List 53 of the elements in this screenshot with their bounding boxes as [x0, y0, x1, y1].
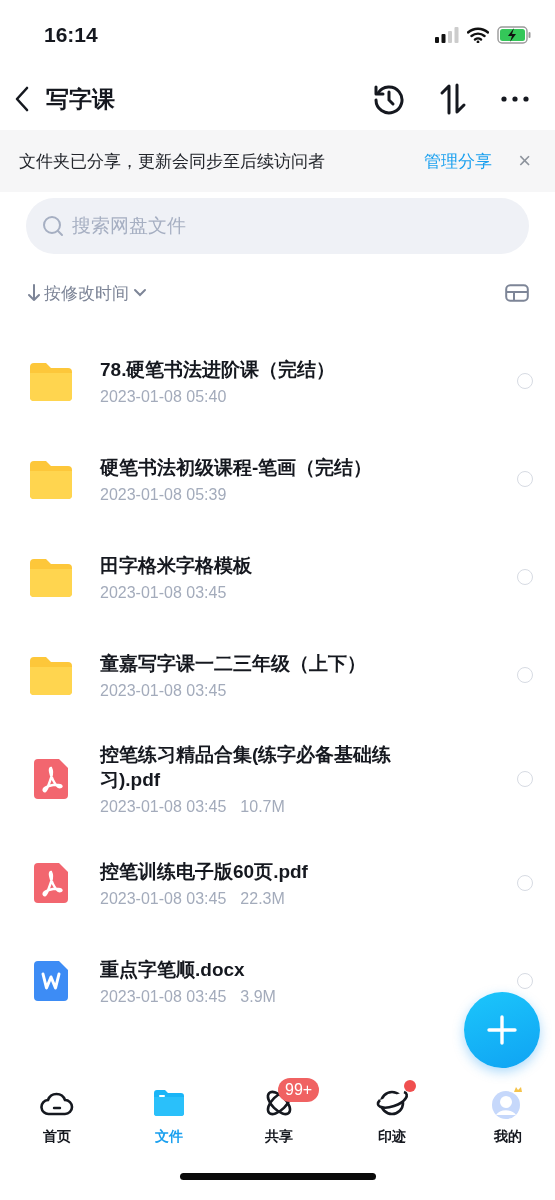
history-button[interactable]	[373, 83, 405, 115]
search-icon	[42, 215, 64, 237]
view-toggle-icon[interactable]	[505, 284, 529, 302]
more-button[interactable]	[501, 96, 529, 102]
plus-icon	[487, 1015, 517, 1045]
file-name: 78.硬笔书法进阶课（完结）	[100, 357, 337, 382]
add-button[interactable]	[464, 992, 540, 1068]
battery-icon	[497, 26, 531, 44]
file-date: 2023-01-08 03:45	[100, 583, 227, 602]
pdf-file-icon	[34, 863, 68, 903]
signal-icon	[435, 27, 459, 43]
file-date: 2023-01-08 03:45	[100, 987, 227, 1006]
file-name: 童嘉写字课一二三年级（上下）	[100, 651, 367, 676]
more-icon	[501, 96, 529, 102]
file-date: 2023-01-08 03:45	[100, 798, 227, 816]
file-date: 2023-01-08 05:40	[100, 387, 227, 406]
file-date: 2023-01-08 03:45	[100, 889, 227, 908]
file-size: 10.7M	[240, 798, 285, 816]
wifi-icon	[467, 27, 489, 43]
file-name: 控笔练习精品合集(练字必备基础练习).pdf	[100, 743, 393, 792]
sort-dropdown[interactable]: 按修改时间	[28, 281, 147, 305]
folder-icon	[28, 557, 74, 597]
page-title: 写字课	[46, 84, 116, 114]
file-name: 重点字笔顺.docx	[100, 957, 246, 982]
folder-icon	[28, 655, 74, 695]
folder-icon	[154, 1090, 184, 1116]
file-name: 硬笔书法初级课程-笔画（完结）	[100, 455, 374, 480]
word-file-icon	[34, 961, 68, 1001]
file-date: 2023-01-08 05:39	[100, 485, 227, 504]
chevron-down-icon	[133, 288, 147, 298]
sort-arrows-icon	[439, 83, 467, 115]
pdf-file-icon	[34, 759, 68, 799]
back-button[interactable]	[14, 86, 30, 112]
tab-button[interactable]: 共享 99+	[224, 1078, 334, 1150]
search-field[interactable]: 搜索网盘文件	[26, 198, 529, 254]
history-icon	[373, 83, 405, 115]
sort-button[interactable]	[439, 83, 467, 115]
status-time: 16:14	[44, 23, 98, 47]
tab-button[interactable]: 我的	[450, 1078, 555, 1150]
folder-icon	[28, 459, 74, 499]
file-name: 控笔训练电子版60页.pdf	[100, 859, 309, 884]
folder-icon	[28, 361, 74, 401]
down-arrow-icon	[28, 284, 40, 302]
file-name: 田字格米字格模板	[100, 553, 253, 578]
tab-button[interactable]: 印迹	[334, 1078, 450, 1150]
tab-button[interactable]: 首页	[0, 1078, 114, 1150]
file-size: 3.9M	[240, 987, 276, 1006]
file-date: 2023-01-08 03:45	[100, 681, 227, 700]
file-size: 22.3M	[240, 889, 285, 908]
count-badge: 99+	[278, 1078, 320, 1102]
back-icon	[14, 86, 30, 112]
planet-icon	[374, 1088, 410, 1118]
share-notice: 文件夹已分享，更新会同步至后续访问者	[19, 150, 326, 173]
